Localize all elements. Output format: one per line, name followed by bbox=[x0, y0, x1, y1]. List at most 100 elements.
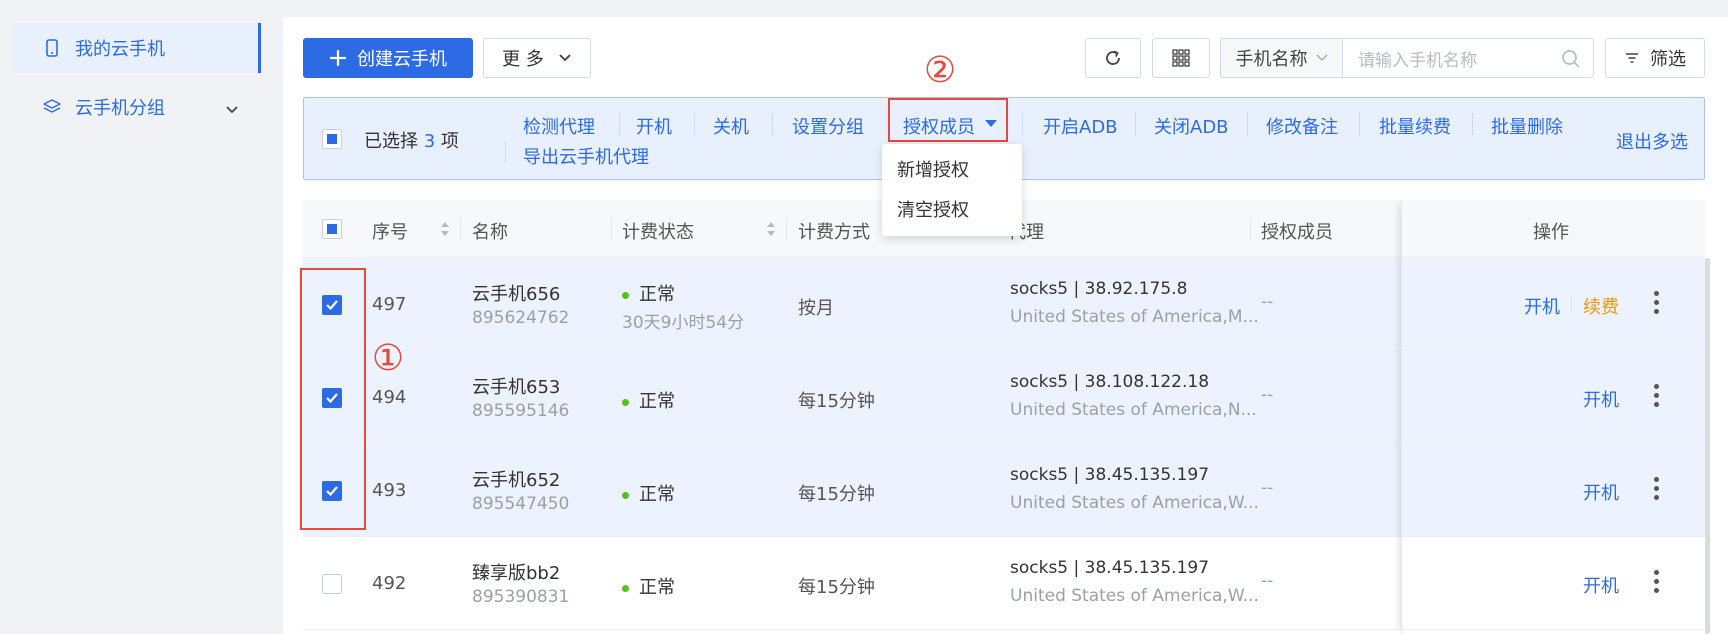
action-edit-note[interactable]: 修改备注 bbox=[1266, 113, 1338, 139]
row-billing-method: 每15分钟 bbox=[798, 577, 875, 598]
row-proxy: socks5 | 38.45.135.197 bbox=[1010, 558, 1210, 578]
row-id: 895624762 bbox=[472, 308, 570, 328]
exit-multi-select-link[interactable]: 退出多选 bbox=[1616, 128, 1688, 154]
action-power-on[interactable]: 开机 bbox=[636, 113, 672, 139]
row-proxy: socks5 | 38.45.135.197 bbox=[1010, 465, 1210, 485]
row-index: 494 bbox=[372, 387, 407, 408]
refresh-icon bbox=[1103, 48, 1123, 68]
sort-icon[interactable] bbox=[766, 221, 776, 237]
filter-icon bbox=[1624, 51, 1640, 65]
row-status: 正常 bbox=[622, 573, 675, 599]
action-disable-adb[interactable]: 关闭ADB bbox=[1154, 113, 1229, 139]
divider bbox=[505, 141, 506, 163]
column-header-index[interactable]: 序号 bbox=[372, 218, 408, 244]
annotation-two: ② bbox=[923, 49, 957, 91]
row-remaining-time: 30天9小时54分 bbox=[622, 313, 745, 333]
row-billing-method: 按月 bbox=[798, 298, 834, 319]
dropdown-item-clear-authorization[interactable]: 清空授权 bbox=[882, 189, 1022, 229]
more-options-icon[interactable] bbox=[1653, 291, 1659, 314]
row-members: -- bbox=[1261, 478, 1274, 498]
row-checkbox[interactable] bbox=[322, 574, 342, 594]
select-all-checkbox[interactable] bbox=[322, 129, 342, 149]
selected-count-text: 已选择 3 项 bbox=[364, 131, 459, 152]
create-phone-button[interactable]: 创建云手机 bbox=[303, 38, 473, 78]
search-field-select[interactable]: 手机名称 bbox=[1220, 38, 1343, 78]
sidebar-item-my-phones[interactable]: 我的云手机 bbox=[13, 23, 261, 73]
row-name: 臻享版bb2 bbox=[472, 563, 561, 584]
row-proxy: socks5 | 38.92.175.8 bbox=[1010, 279, 1188, 299]
row-power-on-link[interactable]: 开机 bbox=[1524, 293, 1560, 319]
search-icon bbox=[1561, 49, 1581, 69]
action-check-proxy[interactable]: 检测代理 bbox=[523, 113, 595, 139]
chevron-down-icon bbox=[1315, 54, 1328, 62]
action-power-off[interactable]: 关机 bbox=[713, 113, 749, 139]
row-billing-method: 每15分钟 bbox=[798, 391, 875, 412]
more-options-icon[interactable] bbox=[1653, 384, 1659, 407]
more-button[interactable]: 更 多 bbox=[483, 38, 591, 78]
status-dot bbox=[622, 584, 629, 592]
divider bbox=[1472, 113, 1473, 135]
column-header-ops: 操作 bbox=[1533, 222, 1569, 243]
status-dot bbox=[622, 491, 629, 499]
row-index: 497 bbox=[372, 294, 407, 315]
sidebar-item-phone-groups[interactable]: 云手机分组 bbox=[13, 82, 261, 132]
status-dot bbox=[622, 398, 629, 406]
sidebar-item-label: 云手机分组 bbox=[75, 98, 165, 119]
row-index: 493 bbox=[372, 480, 407, 501]
column-header-billing-method: 计费方式 bbox=[798, 222, 870, 243]
column-divider bbox=[1250, 218, 1251, 240]
row-proxy-location: United States of America,W... bbox=[1010, 493, 1259, 513]
divider bbox=[619, 113, 620, 135]
column-divider bbox=[611, 218, 612, 240]
action-enable-adb[interactable]: 开启ADB bbox=[1043, 113, 1118, 139]
column-divider bbox=[460, 218, 461, 240]
row-power-on-link[interactable]: 开机 bbox=[1583, 572, 1619, 598]
action-batch-delete[interactable]: 批量删除 bbox=[1491, 113, 1563, 139]
divider bbox=[1359, 113, 1360, 135]
layers-icon bbox=[41, 96, 63, 118]
row-status: 正常 bbox=[622, 387, 675, 413]
column-header-name: 名称 bbox=[472, 222, 508, 243]
row-proxy-location: United States of America,W... bbox=[1010, 586, 1259, 606]
row-id: 895547450 bbox=[472, 494, 570, 514]
divider bbox=[1247, 113, 1248, 135]
sidebar-item-label: 我的云手机 bbox=[75, 39, 165, 60]
row-name: 云手机652 bbox=[472, 470, 561, 491]
row-proxy: socks5 | 38.108.122.18 bbox=[1010, 372, 1210, 392]
grid-view-button[interactable] bbox=[1152, 38, 1210, 78]
row-status: 正常 bbox=[622, 480, 675, 506]
header-select-all-checkbox[interactable] bbox=[322, 219, 342, 239]
more-options-icon[interactable] bbox=[1653, 570, 1659, 593]
filter-button[interactable]: 筛选 bbox=[1605, 38, 1705, 78]
table-scrollbar[interactable] bbox=[1705, 258, 1710, 634]
row-status: 正常 bbox=[622, 280, 675, 306]
column-header-members: 授权成员 bbox=[1261, 222, 1333, 243]
more-options-icon[interactable] bbox=[1653, 477, 1659, 500]
row-power-on-link[interactable]: 开机 bbox=[1583, 479, 1619, 505]
column-divider bbox=[786, 218, 787, 240]
action-authorize-members[interactable]: 授权成员 bbox=[903, 113, 975, 139]
row-power-on-link[interactable]: 开机 bbox=[1583, 386, 1619, 412]
row-id: 895390831 bbox=[472, 587, 570, 607]
plus-icon bbox=[329, 49, 347, 67]
divider bbox=[1571, 295, 1572, 313]
divider bbox=[694, 113, 695, 135]
row-index: 492 bbox=[372, 573, 407, 594]
chevron-down-icon bbox=[225, 99, 239, 120]
sort-icon[interactable] bbox=[440, 221, 450, 237]
grid-icon bbox=[1172, 49, 1190, 67]
status-dot bbox=[622, 291, 629, 299]
divider bbox=[1135, 113, 1136, 135]
column-header-billing-status[interactable]: 计费状态 bbox=[622, 218, 694, 244]
row-proxy-location: United States of America,N... bbox=[1010, 400, 1257, 420]
dropdown-item-add-authorization[interactable]: 新增授权 bbox=[882, 149, 1022, 189]
refresh-button[interactable] bbox=[1085, 38, 1141, 78]
row-renew-link[interactable]: 续费 bbox=[1583, 293, 1619, 319]
action-set-group[interactable]: 设置分组 bbox=[792, 113, 864, 139]
authorize-dropdown-menu: 新增授权 清空授权 bbox=[882, 144, 1022, 236]
action-batch-renew[interactable]: 批量续费 bbox=[1379, 113, 1451, 139]
row-name: 云手机656 bbox=[472, 284, 561, 305]
phone-icon bbox=[41, 37, 63, 59]
search-input[interactable]: 请输入手机名称 bbox=[1343, 38, 1594, 78]
action-export-proxy[interactable]: 导出云手机代理 bbox=[523, 143, 649, 169]
